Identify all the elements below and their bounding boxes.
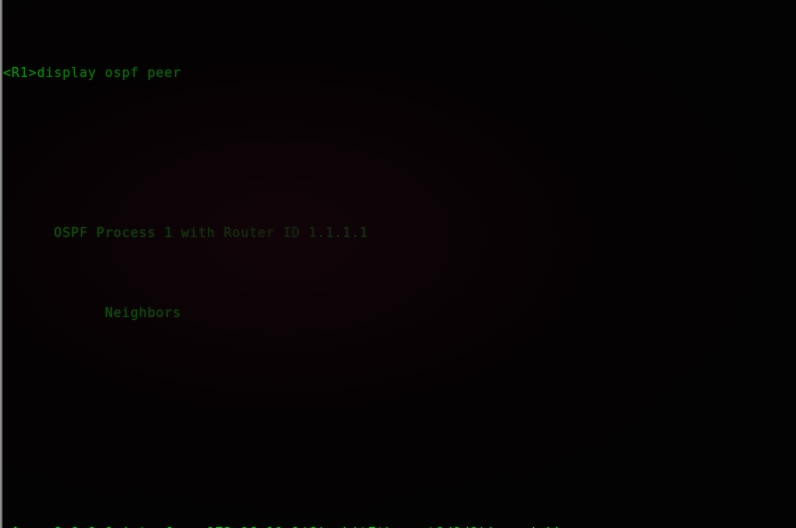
terminal-window[interactable]: <R1>display ospf peer OSPF Process 1 wit… [0, 0, 796, 528]
command-prompt-line: <R1>display ospf peer [3, 66, 182, 81]
area-line-1: Area 0.0.0.0 interface 172.16.10.1(Gigab… [3, 524, 796, 528]
console-output[interactable]: <R1>display ospf peer OSPF Process 1 wit… [3, 0, 796, 528]
ospf-process-header: OSPF Process 1 with Router ID 1.1.1.1 [3, 226, 369, 241]
neighbors-header-1: Neighbors [3, 306, 182, 321]
